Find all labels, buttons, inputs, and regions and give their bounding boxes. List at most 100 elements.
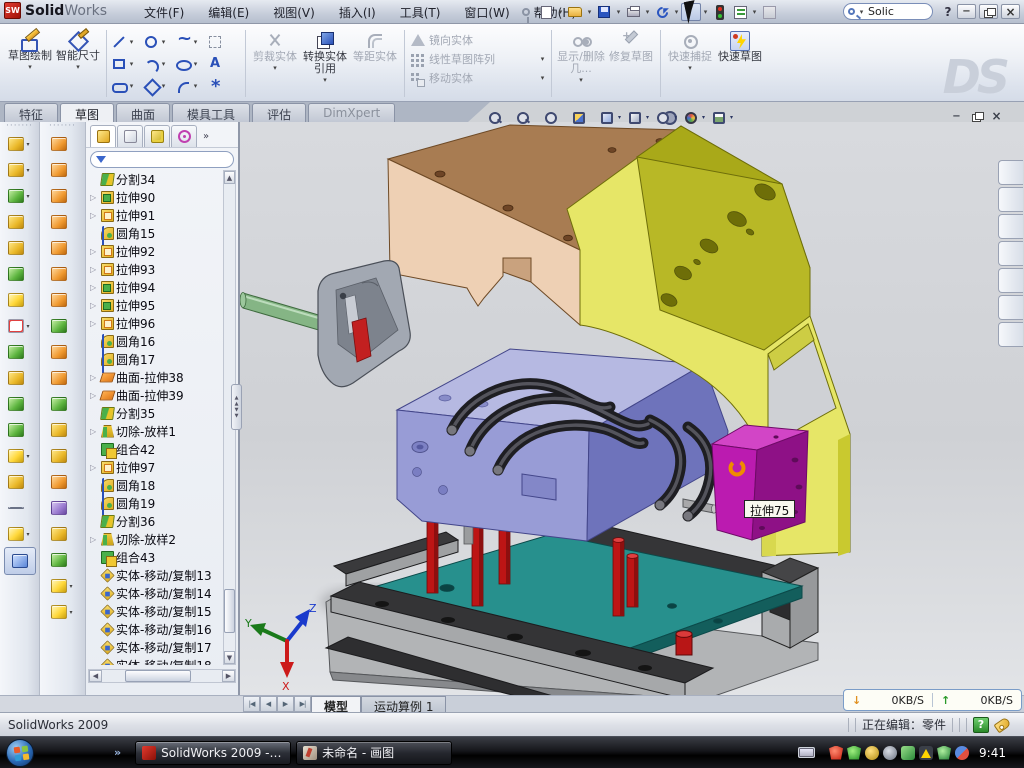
scroll-down-arrow[interactable] bbox=[224, 651, 235, 664]
close-button[interactable] bbox=[1001, 4, 1020, 19]
help-button[interactable]: ? bbox=[938, 3, 958, 21]
expand-arrow-icon[interactable] bbox=[90, 283, 99, 292]
tree-item[interactable]: 拉伸97 bbox=[90, 458, 224, 476]
doc-restore-button[interactable] bbox=[968, 109, 985, 123]
search-dropdown[interactable] bbox=[857, 8, 866, 16]
tree-item[interactable]: 圆角17 bbox=[90, 350, 224, 368]
menu-item[interactable]: 插入(I) bbox=[327, 1, 388, 24]
expand-arrow-icon[interactable] bbox=[90, 391, 99, 400]
mold-toolbar-button[interactable] bbox=[48, 131, 78, 157]
tab-configurationmanager[interactable] bbox=[144, 125, 170, 147]
left-toolbar-button[interactable] bbox=[5, 365, 35, 391]
mold-toolbar-button[interactable] bbox=[48, 573, 78, 599]
mold-toolbar-button[interactable] bbox=[48, 443, 78, 469]
left-toolbar-button[interactable] bbox=[5, 469, 35, 495]
offset-entities-button[interactable]: 等距实体 bbox=[350, 27, 400, 100]
sketch-entity-dropdown[interactable] bbox=[127, 82, 136, 90]
tray-icon[interactable] bbox=[955, 746, 969, 760]
mold-toolbar-button[interactable] bbox=[48, 469, 78, 495]
sketch-entity-dropdown[interactable] bbox=[127, 60, 136, 68]
mold-toolbar-dropdown[interactable] bbox=[68, 583, 75, 590]
left-toolbar-button[interactable] bbox=[5, 183, 35, 209]
tree-item[interactable]: 拉伸96 bbox=[90, 314, 224, 332]
scroll-up-arrow[interactable] bbox=[224, 171, 235, 184]
left-toolbar-dropdown[interactable] bbox=[25, 167, 32, 174]
task-pane-button[interactable] bbox=[998, 214, 1023, 239]
tree-filter-box[interactable] bbox=[90, 151, 234, 168]
mold-toolbar-button[interactable] bbox=[48, 339, 78, 365]
sketch-entity-button[interactable] bbox=[175, 75, 207, 97]
search-box[interactable] bbox=[843, 3, 933, 20]
sketch-entity-dropdown[interactable] bbox=[159, 60, 168, 68]
expand-arrow-icon[interactable] bbox=[90, 319, 99, 328]
tree-item[interactable]: 组合42 bbox=[90, 440, 224, 458]
hud-icon[interactable] bbox=[598, 109, 615, 126]
sketch-entity-dropdown[interactable] bbox=[191, 60, 200, 68]
sketch-entity-button[interactable] bbox=[175, 31, 207, 53]
mold-toolbar-button[interactable] bbox=[48, 183, 78, 209]
sketch-entity-button[interactable] bbox=[111, 75, 143, 97]
pin-menu-button[interactable] bbox=[516, 3, 536, 21]
sketch-button[interactable]: 草图绘制 bbox=[6, 27, 54, 100]
model-tab[interactable]: 运动算例 1 bbox=[361, 696, 446, 712]
tray-icon[interactable] bbox=[937, 746, 951, 760]
left-toolbar-button[interactable] bbox=[5, 261, 35, 287]
mold-toolbar-button[interactable] bbox=[48, 599, 78, 625]
smart-dimension-dropdown[interactable] bbox=[74, 63, 83, 71]
mold-toolbar-dropdown[interactable] bbox=[68, 609, 75, 616]
print-button[interactable] bbox=[623, 3, 643, 21]
toolbar-grip[interactable]: ······· bbox=[6, 124, 33, 131]
expand-arrow-icon[interactable] bbox=[90, 301, 99, 310]
hud-icon[interactable] bbox=[486, 109, 503, 126]
quick-launch-icon[interactable] bbox=[42, 745, 58, 761]
open-button[interactable] bbox=[565, 3, 585, 21]
sketch-entity-dropdown[interactable] bbox=[127, 38, 136, 46]
pattern-dropdown[interactable] bbox=[538, 55, 547, 63]
tray-icon[interactable] bbox=[847, 746, 861, 760]
hud-dropdown[interactable] bbox=[643, 114, 652, 121]
sketch-entity-button[interactable] bbox=[207, 75, 239, 97]
trim-dropdown[interactable] bbox=[271, 64, 280, 72]
undo-button[interactable] bbox=[652, 3, 672, 21]
expand-arrow-icon[interactable] bbox=[90, 247, 99, 256]
tree-item[interactable]: 拉伸91 bbox=[90, 206, 224, 224]
tab-propertymanager[interactable] bbox=[117, 125, 143, 147]
prev-tab-button[interactable] bbox=[260, 696, 277, 712]
model-3d-view[interactable]: Y Z X bbox=[240, 122, 1024, 695]
left-toolbar-button[interactable] bbox=[5, 391, 35, 417]
left-toolbar-button[interactable] bbox=[5, 313, 35, 339]
tree-item[interactable]: 实体-移动/复制15 bbox=[90, 602, 224, 620]
expand-arrow-icon[interactable] bbox=[90, 463, 99, 472]
command-tab[interactable]: 草图 bbox=[60, 103, 114, 122]
expand-arrow-icon[interactable] bbox=[90, 373, 99, 382]
model-tab[interactable]: 模型 bbox=[311, 696, 361, 712]
expand-arrow-icon[interactable] bbox=[90, 211, 99, 220]
tree-item[interactable]: 组合43 bbox=[90, 548, 224, 566]
start-button[interactable] bbox=[6, 739, 34, 767]
task-pane-button[interactable] bbox=[998, 268, 1023, 293]
hud-icon[interactable] bbox=[570, 109, 587, 126]
sketch-entity-button[interactable] bbox=[143, 31, 175, 53]
vertical-scroll-thumb[interactable] bbox=[224, 589, 235, 633]
taskbar-window-button[interactable]: SolidWorks 2009 - ... bbox=[135, 741, 291, 765]
options-dropdown[interactable] bbox=[750, 8, 759, 16]
tree-item[interactable]: 圆角18 bbox=[90, 476, 224, 494]
left-toolbar-button[interactable] bbox=[5, 209, 35, 235]
new-document-button[interactable] bbox=[536, 3, 556, 21]
left-toolbar-dropdown[interactable] bbox=[25, 453, 32, 460]
hud-icon[interactable] bbox=[710, 109, 727, 126]
restore-button[interactable] bbox=[979, 4, 998, 19]
mold-toolbar-button[interactable] bbox=[48, 209, 78, 235]
status-help-icon[interactable] bbox=[973, 717, 989, 733]
part-red-pin-short[interactable] bbox=[676, 631, 692, 655]
graphics-area[interactable]: Y Z X bbox=[240, 122, 1024, 695]
tree-item[interactable]: 曲面-拉伸39 bbox=[90, 386, 224, 404]
sketch-entity-button[interactable] bbox=[111, 53, 143, 75]
left-toolbar-button[interactable] bbox=[5, 287, 35, 313]
task-pane-button[interactable] bbox=[998, 295, 1023, 320]
sketch-entity-button[interactable] bbox=[207, 31, 239, 53]
taskbar-clock[interactable]: 9:41 bbox=[973, 746, 1016, 760]
left-toolbar-button[interactable] bbox=[5, 495, 35, 521]
tab-featuremanager[interactable] bbox=[90, 125, 116, 147]
panel-splitter-handle[interactable]: ▲▲▼▼ bbox=[231, 384, 242, 430]
